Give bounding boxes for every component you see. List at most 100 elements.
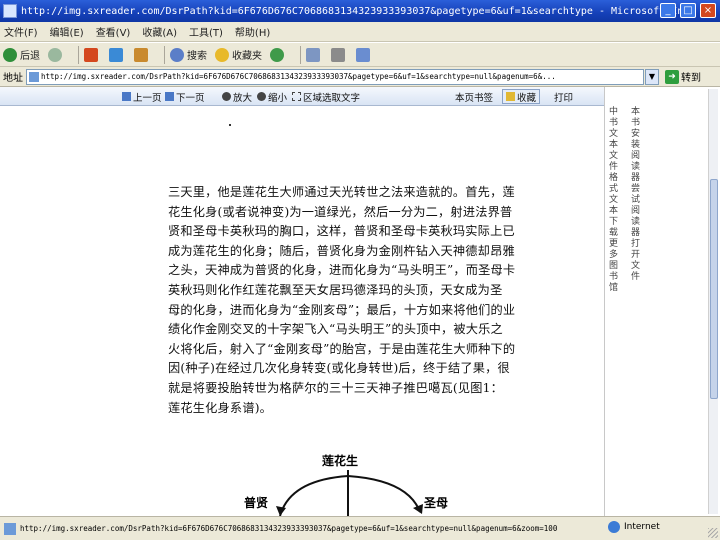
security-zone: Internet — [608, 521, 660, 533]
globe-icon — [608, 521, 620, 533]
menu-tools[interactable]: 工具(T) — [189, 24, 223, 39]
mail-button[interactable] — [306, 47, 323, 62]
zoom-out-button[interactable]: 缩小 — [257, 89, 287, 104]
page-icon — [29, 71, 39, 82]
search-icon — [170, 47, 184, 62]
history-icon — [270, 47, 284, 62]
toolbar-separator — [164, 45, 165, 64]
window-title: http://img.sxreader.com/DsrPath?kid=6F67… — [21, 5, 681, 17]
zoom-in-label: 放大 — [233, 92, 253, 104]
zone-label: Internet — [624, 522, 660, 532]
refresh-icon — [109, 47, 123, 62]
forward-button[interactable] — [48, 47, 65, 62]
next-page-label: 下一页 — [176, 92, 205, 104]
text-line: 绩化作金刚交叉的十字架飞入“马头明王”的头顶中，被大乐之 — [168, 322, 503, 337]
text-line: 莲花生化身系谱)。 — [168, 400, 273, 415]
go-label: 转到 — [681, 73, 701, 84]
favorites-button[interactable]: 收藏夹 — [215, 47, 262, 62]
back-label: 后退 — [20, 51, 40, 62]
toolbar-separator — [78, 45, 79, 64]
address-input[interactable]: http://img.sxreader.com/DsrPath?kid=6F67… — [26, 68, 644, 85]
status-page-icon — [4, 522, 16, 535]
text-line: 就是将要投胎转世为格萨尔的三十三天神子推巴噶瓦(见图1： — [168, 380, 503, 395]
window-titlebar: http://img.sxreader.com/DsrPath?kid=6F67… — [0, 0, 720, 22]
print-page-label: 打印 — [554, 92, 574, 104]
text-line: 成为莲花生的化身；随后，普贤化身为金刚杵钻入天神德却昂雅 — [168, 243, 515, 258]
vertical-scrollbar[interactable] — [708, 89, 718, 514]
select-region-icon — [292, 92, 301, 101]
edit-button[interactable] — [356, 47, 373, 62]
reader-toolbar: 上一页 下一页 放大 缩小 区域选取文字 本页书签 收藏 打印 — [0, 87, 604, 106]
select-text-button[interactable]: 区域选取文字 — [292, 89, 360, 104]
favorite-icon — [506, 92, 515, 101]
maximize-button[interactable]: □ — [680, 3, 696, 18]
diagram-left-label: 普贤 — [244, 496, 269, 510]
diagram-right-label: 圣母 — [424, 496, 449, 510]
scrollbar-thumb[interactable] — [710, 179, 718, 399]
status-text: http://img.sxreader.com/DsrPath?kid=6F67… — [20, 524, 558, 533]
zoom-out-label: 缩小 — [268, 92, 288, 104]
address-bar: 地址 http://img.sxreader.com/DsrPath?kid=6… — [0, 67, 720, 87]
text-line: 贤和圣母卡英秋玛的胸口，这样，普贤和圣母卡英秋玛实际上已 — [168, 224, 515, 239]
favorite-label: 收藏 — [517, 92, 537, 104]
stop-button[interactable] — [84, 47, 101, 62]
side-panel-text-col1: 中书文本文件格式文本下载更多图书馆 — [609, 107, 619, 293]
print-button[interactable] — [331, 47, 348, 62]
menu-edit[interactable]: 编辑(E) — [50, 24, 84, 39]
search-label: 搜索 — [187, 51, 207, 62]
text-line: 之头，天神成为普贤的化身，进而化身为“马头明王”，而圣母卡 — [168, 263, 516, 278]
ie-app-icon — [3, 4, 17, 18]
text-line: 三天里，他是莲花生大师通过天光转世之法来造就的。首先，莲 — [168, 185, 515, 199]
go-button[interactable]: ➜ 转到 — [665, 69, 701, 84]
prev-page-label: 上一页 — [133, 92, 162, 104]
edit-icon — [356, 47, 370, 62]
diagram-root-label: 莲花生 — [322, 454, 359, 468]
standard-toolbar: 后退 搜索 收藏夹 — [0, 43, 720, 67]
side-panel: 中书文本文件格式文本下载更多图书馆 本书安装阅读器尝试阅读器打开文件 — [604, 87, 720, 516]
favorite-button[interactable]: 收藏 — [502, 89, 541, 104]
back-button[interactable]: 后退 — [3, 47, 40, 62]
address-dropdown-button[interactable]: ▼ — [645, 68, 659, 85]
text-line: 因(种子)在经过几次化身转变(或化身转世)后，终于结了果，很 — [168, 361, 510, 376]
close-button[interactable]: × — [700, 3, 716, 18]
text-line: 英秋玛则化作红莲花飘至天女居玛德泽玛的头顶，天女成为圣 — [168, 282, 503, 297]
go-arrow-icon: ➜ — [665, 69, 679, 84]
document-paragraph: 三天里，他是莲花生大师通过天光转世之法来造就的。首先，莲 花生化身(或者说神变)… — [168, 183, 523, 418]
search-button[interactable]: 搜索 — [170, 47, 207, 62]
text-line: 火将化后，射入了“金刚亥母”的胎宫，于是由莲花生大师种下的 — [168, 341, 516, 356]
text-line: 母的化身，进而化身为“金刚亥母”；最后，十方如来将他们的业 — [168, 302, 516, 317]
back-arrow-icon — [3, 47, 17, 62]
forward-arrow-icon — [48, 47, 62, 62]
zoom-in-button[interactable]: 放大 — [222, 89, 252, 104]
menu-help[interactable]: 帮助(H) — [235, 24, 270, 39]
select-text-label: 区域选取文字 — [303, 92, 361, 104]
next-page-button[interactable]: 下一页 — [165, 89, 205, 104]
menu-bar: 文件(F) 编辑(E) 查看(V) 收藏(A) 工具(T) 帮助(H) — [0, 22, 720, 42]
history-button[interactable] — [270, 47, 287, 62]
side-panel-text-col2: 本书安装阅读器尝试阅读器打开文件 — [631, 107, 641, 282]
refresh-button[interactable] — [109, 47, 126, 62]
page-bookmark-button[interactable]: 本页书签 — [455, 89, 493, 104]
mail-icon — [306, 47, 320, 62]
status-bar: http://img.sxreader.com/DsrPath?kid=6F67… — [0, 516, 720, 540]
minimize-button[interactable]: _ — [660, 3, 676, 18]
address-label: 地址 — [3, 73, 23, 84]
prev-arrow-icon — [122, 92, 131, 101]
zoom-out-icon — [257, 92, 266, 101]
menu-favorites[interactable]: 收藏(A) — [142, 24, 177, 39]
star-icon — [215, 47, 229, 62]
print-page-button[interactable]: 打印 — [554, 89, 573, 104]
page-bookmark-label: 本页书签 — [455, 92, 494, 104]
home-icon — [134, 47, 148, 62]
menu-view[interactable]: 查看(V) — [96, 24, 131, 39]
zoom-in-icon — [222, 92, 231, 101]
toolbar-separator — [300, 45, 301, 64]
stop-icon — [84, 47, 98, 62]
resize-grip[interactable] — [708, 528, 718, 538]
printer-icon — [331, 47, 345, 62]
home-button[interactable] — [134, 47, 151, 62]
next-arrow-icon — [165, 92, 174, 101]
text-line: 花生化身(或者说神变)为一道绿光，然后一分为二，射进法界普 — [168, 204, 513, 219]
menu-file[interactable]: 文件(F) — [4, 24, 38, 39]
prev-page-button[interactable]: 上一页 — [122, 89, 162, 104]
